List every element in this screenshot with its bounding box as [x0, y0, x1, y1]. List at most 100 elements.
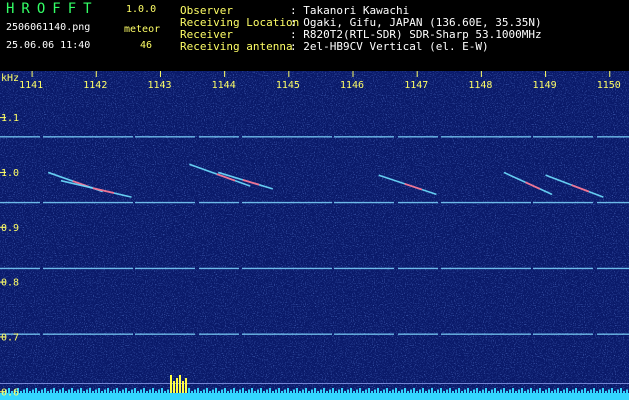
noise-floor-bar	[107, 388, 109, 393]
noise-floor-bar	[554, 389, 556, 393]
noise-floor-bar	[290, 391, 292, 393]
noise-floor-bar	[575, 388, 577, 393]
meteor-count-label: meteor	[124, 24, 161, 35]
noise-floor-bar	[368, 388, 370, 393]
noise-floor-bar	[620, 388, 622, 393]
noise-floor-bar	[359, 388, 361, 393]
noise-floor-bar	[32, 389, 34, 393]
noise-floor-bar	[251, 388, 253, 393]
noise-floor-bar	[215, 388, 217, 393]
noise-floor-bar	[566, 388, 568, 393]
noise-floor-bar	[158, 389, 160, 393]
noise-floor-bar	[371, 391, 373, 393]
time-tick-label: 1145	[276, 80, 300, 91]
noise-floor-bar	[83, 391, 85, 393]
noise-floor-bar	[116, 388, 118, 393]
noise-floor-bar	[209, 391, 211, 393]
noise-floor-bar	[53, 388, 55, 393]
noise-floor-bar	[560, 391, 562, 393]
noise-floor-bar	[416, 391, 418, 393]
time-tick-label: 1150	[597, 80, 621, 91]
noise-floor-bar	[308, 391, 310, 393]
noise-floor-bar	[500, 389, 502, 393]
noise-floor-bar	[233, 388, 235, 393]
noise-floor-bar	[164, 391, 166, 393]
time-tick-label: 1144	[212, 80, 236, 91]
noise-floor-bar	[221, 389, 223, 393]
noise-floor-bar	[608, 389, 610, 393]
noise-floor-bar	[569, 391, 571, 393]
time-tick-label: 1141	[19, 80, 43, 91]
noise-floor-bar	[134, 388, 136, 393]
noise-floor-bar	[71, 388, 73, 393]
noise-floor-bar	[143, 388, 145, 393]
noise-floor-bar	[593, 388, 595, 393]
noise-floor-bar	[602, 388, 604, 393]
noise-floor-bar	[341, 388, 343, 393]
noise-floor-bar	[353, 391, 355, 393]
noise-floor-bar	[563, 389, 565, 393]
noise-floor-bar	[20, 391, 22, 393]
noise-floor-bar	[485, 388, 487, 393]
noise-floor-bar	[623, 391, 625, 393]
noise-floor-bar	[482, 389, 484, 393]
noise-floor-bar	[284, 389, 286, 393]
noise-floor-bar	[293, 389, 295, 393]
noise-floor-bar	[581, 389, 583, 393]
noise-floor-bar	[392, 389, 394, 393]
freq-tick-label: 1.1	[1, 113, 19, 124]
noise-floor-bar	[377, 388, 379, 393]
noise-floor-bar	[590, 389, 592, 393]
noise-floor-bar	[296, 388, 298, 393]
noise-floor-bar	[248, 389, 250, 393]
antenna-value: : 2el-HB9CV Vertical (el. E-W)	[290, 40, 489, 53]
noise-floor-bar	[179, 375, 181, 393]
noise-floor-bar	[488, 391, 490, 393]
noise-floor-bar	[149, 389, 151, 393]
noise-floor-bar	[326, 391, 328, 393]
noise-floor-bar	[479, 391, 481, 393]
noise-floor-bar	[119, 391, 121, 393]
noise-floor-bar	[518, 389, 520, 393]
noise-floor-bar	[155, 391, 157, 393]
antenna-label: Receiving antenna	[180, 40, 293, 53]
noise-floor-bar	[65, 391, 67, 393]
noise-floor-bar	[323, 388, 325, 393]
noise-floor-bar	[449, 388, 451, 393]
noise-floor-bar	[77, 389, 79, 393]
noise-floor-bar	[374, 389, 376, 393]
noise-floor-bar	[236, 391, 238, 393]
noise-floor-bar	[110, 391, 112, 393]
noise-floor-bar	[80, 388, 82, 393]
noise-floor-bar	[440, 388, 442, 393]
noise-floor-bar	[332, 388, 334, 393]
noise-floor-bar	[257, 389, 259, 393]
noise-floor-bar	[302, 389, 304, 393]
noise-floor-bar	[74, 391, 76, 393]
noise-floor-bar	[188, 388, 190, 393]
noise-floor-bar	[596, 391, 598, 393]
noise-floor-bar	[197, 388, 199, 393]
noise-floor-bar	[224, 388, 226, 393]
noise-floor-bar	[413, 388, 415, 393]
noise-floor-bar	[128, 391, 130, 393]
noise-floor-bar	[380, 391, 382, 393]
noise-floor-bar	[473, 389, 475, 393]
noise-floor-bar	[227, 391, 229, 393]
noise-floor-bar	[239, 389, 241, 393]
noise-floor-bar	[89, 388, 91, 393]
noise-floor-bar	[599, 389, 601, 393]
noise-floor-bar	[92, 391, 94, 393]
noise-floor-bar	[401, 389, 403, 393]
noise-floor-bar	[185, 378, 187, 393]
noise-floor-bar	[476, 388, 478, 393]
noise-floor-bar	[272, 391, 274, 393]
noise-floor-bar	[365, 389, 367, 393]
noise-floor-bar	[101, 391, 103, 393]
noise-floor-bar	[167, 389, 169, 393]
noise-floor-bar	[461, 391, 463, 393]
noise-floor-bar	[329, 389, 331, 393]
noise-floor-bar	[452, 391, 454, 393]
noise-floor-bar	[407, 391, 409, 393]
noise-floor-bar	[455, 389, 457, 393]
